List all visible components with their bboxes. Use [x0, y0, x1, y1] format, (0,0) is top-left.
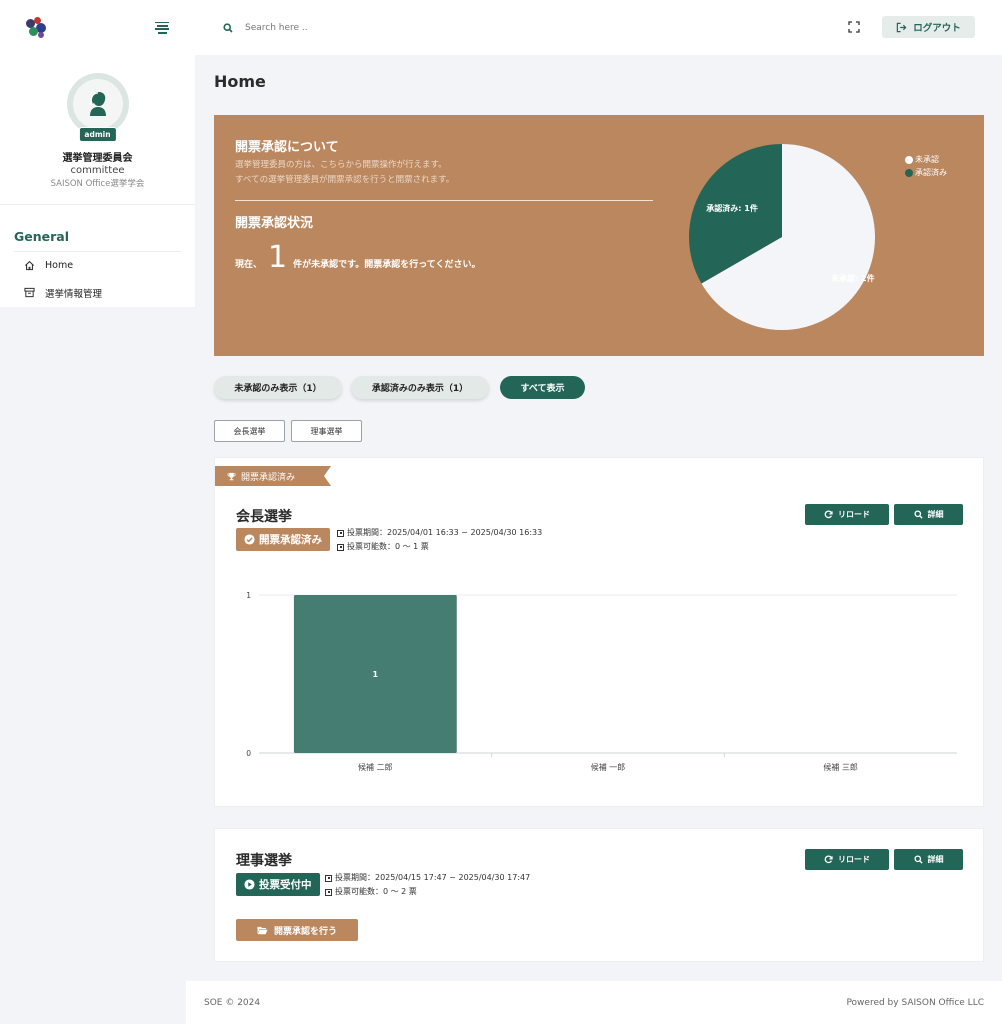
banner-description: 選挙管理委員の方は、こちらから開票操作が行えます。 すべての選挙管理委員が開票承… — [235, 160, 455, 185]
card-title: 理事選挙 — [236, 853, 292, 869]
voting-period: 投票期間：2025/04/01 16:33 ~ 2025/04/30 16:33 — [347, 528, 543, 537]
approve-counting-button[interactable]: 開票承認を行う — [236, 919, 358, 941]
search-bar — [223, 22, 445, 33]
app-logo[interactable] — [26, 16, 48, 39]
footer: SOE © 2024 Powered by SAISON Office LLC — [186, 981, 1002, 1024]
admin-badge: admin — [78, 127, 117, 142]
sidebar-header — [0, 0, 195, 55]
reload-icon — [824, 510, 833, 519]
reload-icon — [824, 855, 833, 864]
legend-entry: 未承認 — [905, 153, 947, 166]
legend-swatch — [905, 168, 913, 177]
nav-section-title: General — [14, 229, 181, 252]
logout-button[interactable]: ログアウト — [882, 16, 975, 38]
filter-all-button[interactable]: すべて表示 — [500, 376, 585, 399]
profile-role: committee — [70, 165, 125, 176]
pie-data-label-0: 未承認: 2件 — [830, 273, 875, 283]
y-tick-label: 1 — [246, 591, 251, 600]
detail-button[interactable]: 詳細 — [894, 504, 963, 525]
fullscreen-icon[interactable] — [848, 21, 860, 33]
card-title: 会長選挙 — [236, 509, 292, 525]
user-headset-icon — [88, 92, 106, 116]
profile-name: 選挙管理委員会 — [62, 153, 133, 164]
election-meta: 投票期間：2025/04/01 16:33 ~ 2025/04/30 16:33… — [337, 526, 542, 554]
period-icon — [337, 529, 344, 537]
legend-swatch — [905, 155, 913, 164]
vote-limit: 投票可能数：0 〜 2 票 — [335, 887, 417, 896]
pie-legend: 未承認 承認済み — [905, 153, 947, 179]
banner-heading: 開票承認について — [235, 140, 339, 155]
legend-label: 承認済み — [915, 168, 947, 177]
filter-approved-button[interactable]: 承認済みのみ表示（1） — [351, 376, 489, 399]
election-card-president: 開票承認済み 会長選挙 開票承認済み 投票期間：2025/04/01 16:33… — [214, 457, 984, 807]
banner-divider — [235, 200, 653, 201]
election-card-director: 理事選挙 投票受付中 投票期間：2025/04/15 17:47 ~ 2025/… — [214, 828, 984, 962]
voting-period: 投票期間：2025/04/15 17:47 ~ 2025/04/30 17:47 — [335, 873, 531, 882]
vote-bar-chart: 0 1 1 候補 二郎 候補 一郎 候補 三郎 — [246, 591, 957, 772]
approved-ribbon: 開票承認済み — [215, 466, 331, 486]
legend-label: 未承認 — [915, 155, 939, 164]
profile-card: admin 選挙管理委員会 committee SAISON Office選挙学… — [0, 55, 195, 205]
reload-button[interactable]: リロード — [805, 849, 889, 870]
play-circle-icon — [244, 879, 255, 890]
tag-president-election[interactable]: 会長選挙 — [214, 420, 285, 442]
legend-entry: 承認済み — [905, 166, 947, 179]
avatar: admin — [66, 73, 129, 142]
votes-icon — [325, 888, 332, 896]
zoom-icon — [913, 855, 923, 864]
sidebar-item-label: Home — [45, 260, 74, 271]
footer-copyright: SOE © 2024 — [204, 997, 261, 1008]
detail-button[interactable]: 詳細 — [894, 849, 963, 870]
x-tick-label: 候補 三郎 — [823, 762, 858, 772]
banner-status-heading: 開票承認状況 — [235, 216, 314, 231]
footer-powered-by: Powered by SAISON Office LLC — [846, 997, 984, 1008]
tag-director-election[interactable]: 理事選挙 — [291, 420, 362, 442]
x-tick-label: 候補 二郎 — [358, 762, 393, 772]
sidebar-item-label: 選挙情報管理 — [45, 288, 103, 300]
sidebar-item-election-management[interactable]: 選挙情報管理 — [0, 279, 195, 306]
vote-limit: 投票可能数：0 〜 1 票 — [347, 542, 429, 551]
search-icon[interactable] — [223, 22, 233, 33]
status-badge: 開票承認済み — [236, 528, 330, 551]
approval-banner: 開票承認について 選挙管理委員の方は、こちらから開票操作が行えます。 すべての選… — [214, 115, 984, 356]
sidebar-item-home[interactable]: Home — [0, 252, 195, 279]
period-icon — [325, 874, 332, 882]
topbar: ログアウト — [195, 0, 1002, 55]
reload-button[interactable]: リロード — [805, 504, 889, 525]
archive-icon — [24, 287, 35, 298]
zoom-icon — [913, 510, 923, 519]
approval-pie-chart: 未承認: 2件 承認済み: 1件 — [689, 144, 875, 330]
x-tick-label: 候補 一郎 — [591, 762, 626, 772]
filter-unapproved-button[interactable]: 未承認のみ表示（1） — [214, 376, 342, 399]
unapproved-count: 1 — [268, 240, 288, 275]
home-icon — [24, 260, 35, 271]
banner-status-text: 現在、 1 件が未承認です。開票承認を行ってください。 — [235, 240, 481, 275]
check-circle-icon — [244, 534, 255, 545]
page-title: Home — [214, 72, 266, 91]
votes-icon — [337, 543, 344, 551]
trophy-icon — [227, 472, 236, 480]
bar-data-label: 1 — [373, 670, 379, 679]
pie-data-label-1: 承認済み: 1件 — [706, 203, 758, 213]
logout-icon — [897, 22, 907, 32]
profile-org: SAISON Office選挙学会 — [50, 179, 145, 189]
sidebar: admin 選挙管理委員会 committee SAISON Office選挙学… — [0, 0, 195, 307]
menu-toggle-icon[interactable] — [155, 21, 169, 34]
status-badge: 投票受付中 — [236, 873, 320, 896]
election-meta: 投票期間：2025/04/15 17:47 ~ 2025/04/30 17:47… — [325, 871, 530, 899]
y-tick-label: 0 — [246, 749, 251, 758]
search-input[interactable] — [245, 22, 445, 33]
folder-open-icon — [257, 926, 268, 934]
